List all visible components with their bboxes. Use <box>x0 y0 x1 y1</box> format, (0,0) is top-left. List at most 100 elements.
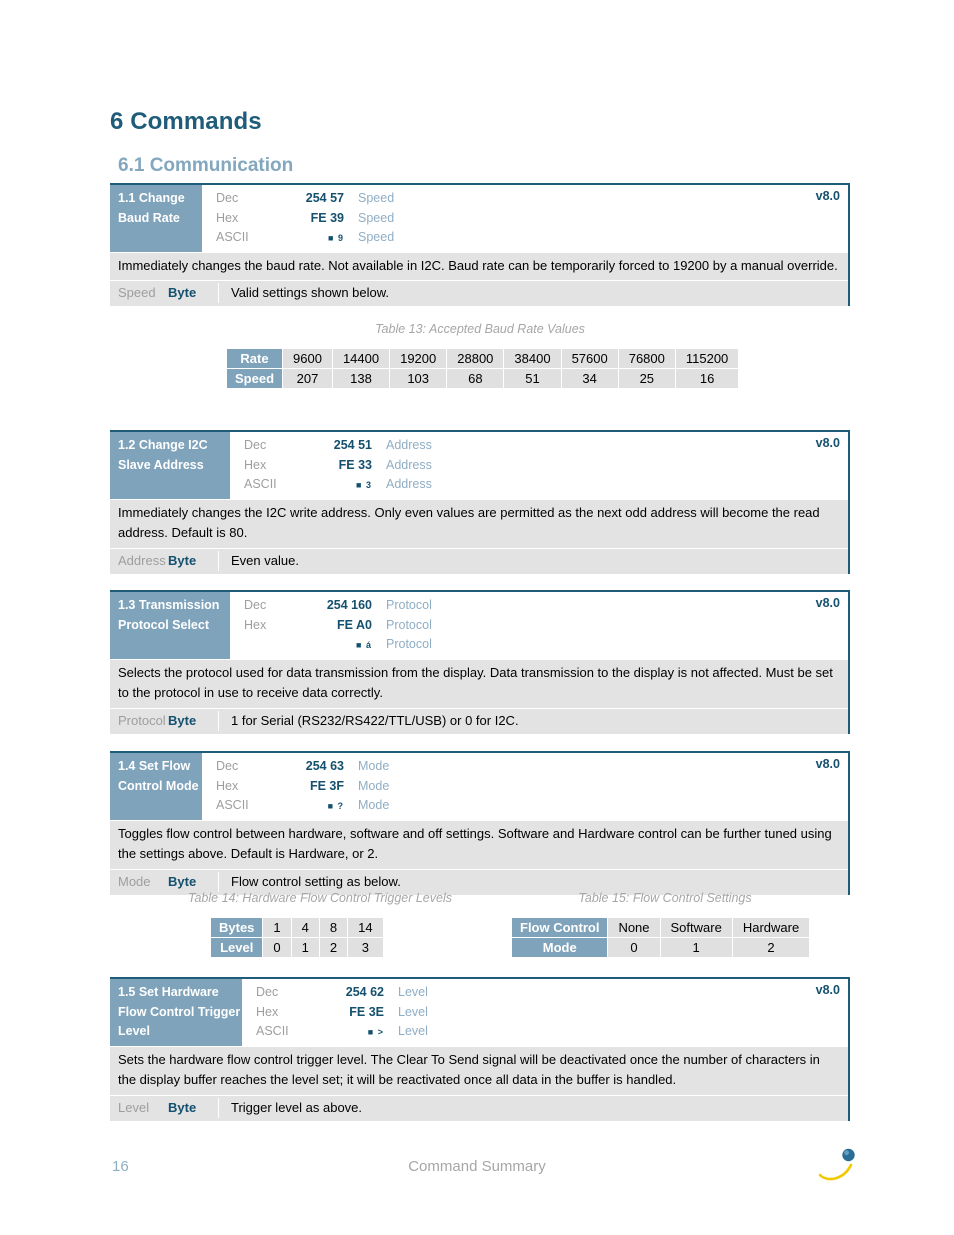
table-cell: 51 <box>504 369 561 388</box>
encoding-code: FE 33 <box>338 457 372 472</box>
encoding-code: 254 57 <box>305 191 344 205</box>
encoding-label: Hex <box>244 617 267 632</box>
table-cell: 0 <box>263 938 291 957</box>
command-name: 1.2 Change I2C Slave Address <box>110 432 230 499</box>
encoding-row: ASCII ■ ? Mode <box>202 796 848 816</box>
encoding-param: Speed <box>358 230 395 244</box>
encoding-row: Hex FE 33 Address <box>230 456 848 476</box>
table-cell: 14 <box>348 918 383 937</box>
encoding-param: Level <box>398 1004 428 1019</box>
table-cell: 2 <box>319 938 348 957</box>
command-block-1-1: 1.1 Change Baud Rate Dec 254 57 Speed He… <box>110 183 850 306</box>
parameter-type: Byte <box>168 712 197 728</box>
encoding-label: Dec <box>216 191 239 205</box>
command-name: 1.5 Set Hardware Flow Control Trigger Le… <box>110 979 242 1046</box>
command-parameters: Speed Byte Valid settings shown below. <box>110 280 848 306</box>
encoding-label: Dec <box>244 598 267 612</box>
parameter-type: Byte <box>168 873 197 889</box>
table-caption-13: Table 13: Accepted Baud Rate Values <box>375 322 585 336</box>
encoding-row: Dec 254 57 Speed <box>202 189 848 209</box>
encoding-row: Hex FE 3F Mode <box>202 777 848 797</box>
command-description: Immediately changes the baud rate. Not a… <box>110 251 848 280</box>
parameter-name: Address <box>118 552 166 568</box>
encoding-label: ASCII <box>216 230 249 244</box>
encoding-code: 254 63 <box>305 759 344 773</box>
table-cell: None <box>608 918 660 937</box>
encoding-label: Dec <box>256 985 279 999</box>
encoding-row: ■ á Protocol <box>230 635 848 655</box>
table-row: Flow Control None Software Hardware <box>512 918 810 937</box>
encoding-param: Protocol <box>386 637 432 651</box>
command-header: 1.4 Set Flow Control Mode Dec 254 63 Mod… <box>110 753 848 820</box>
encoding-label: Hex <box>216 778 239 793</box>
encoding-param: Speed <box>358 191 395 205</box>
encoding-code: ■ á <box>356 640 372 650</box>
encoding-param: Protocol <box>386 598 432 612</box>
document-page: 6 Commands 6.1 Communication 1.1 Change … <box>0 0 954 1235</box>
encoding-param: Mode <box>358 759 390 773</box>
baud-rate-table: Rate 9600 14400 19200 28800 38400 57600 … <box>226 348 740 389</box>
table-cell: 19200 <box>390 349 447 368</box>
parameter-description: Valid settings shown below. <box>218 283 848 303</box>
parameter-row: Level Byte Trigger level as above. <box>110 1094 848 1121</box>
encoding-code: FE A0 <box>337 617 372 632</box>
encoding-label: ASCII <box>256 1024 289 1038</box>
parameter-row: Speed Byte Valid settings shown below. <box>110 280 848 306</box>
table-cell: 138 <box>332 369 390 388</box>
section-heading: 6.1 Communication <box>118 155 294 176</box>
parameter-description: Flow control setting as below. <box>218 871 848 892</box>
parameter-description: 1 for Serial (RS232/RS422/TTL/USB) or 0 … <box>218 710 848 731</box>
command-header: 1.2 Change I2C Slave Address Dec 254 51 … <box>110 432 848 499</box>
row-header: Level <box>211 938 263 957</box>
parameter-type: Byte <box>168 552 197 568</box>
encoding-label: Hex <box>244 457 267 472</box>
command-name: 1.3 Transmission Protocol Select <box>110 592 230 659</box>
encoding-label: Dec <box>244 438 267 452</box>
table-cell: 8 <box>319 918 348 937</box>
table-row: Bytes 1 4 8 14 <box>211 918 383 937</box>
encoding-code: FE 3F <box>309 778 344 793</box>
table-cell: 4 <box>291 918 319 937</box>
table-cell: 68 <box>447 369 504 388</box>
command-name: 1.1 Change Baud Rate <box>110 185 202 252</box>
table-caption-15: Table 15: Flow Control Settings <box>578 891 752 905</box>
parameter-row: Protocol Byte 1 for Serial (RS232/RS422/… <box>110 707 848 734</box>
encoding-label: Hex <box>216 210 239 225</box>
encoding-param: Speed <box>358 210 395 225</box>
command-description: Sets the hardware flow control trigger l… <box>110 1045 848 1095</box>
table-cell: 1 <box>263 918 291 937</box>
encoding-code: FE 39 <box>310 210 344 225</box>
table-cell: 103 <box>390 369 447 388</box>
encoding-code: ■ > <box>367 1027 384 1037</box>
table-cell: 34 <box>561 369 618 388</box>
command-header: 1.1 Change Baud Rate Dec 254 57 Speed He… <box>110 185 848 252</box>
command-block-1-5: 1.5 Set Hardware Flow Control Trigger Le… <box>110 977 850 1121</box>
encoding-param: Protocol <box>386 617 432 632</box>
table-caption-14: Table 14: Hardware Flow Control Trigger … <box>187 891 452 905</box>
encoding-code: FE 3E <box>349 1004 384 1019</box>
parameter-type: Byte <box>168 285 197 300</box>
row-header: Rate <box>227 349 283 368</box>
table-row: Speed 207 138 103 68 51 34 25 16 <box>227 369 739 388</box>
encoding-param: Level <box>398 985 428 999</box>
command-description: Immediately changes the I2C write addres… <box>110 498 848 548</box>
encoding-label: Dec <box>216 759 239 773</box>
table-cell: 1 <box>660 938 732 957</box>
encoding-row: Hex FE 3E Level <box>242 1003 848 1023</box>
command-parameters: Address Byte Even value. <box>110 547 848 574</box>
parameter-name: Level <box>118 1099 150 1115</box>
table-cell: 28800 <box>447 349 504 368</box>
version-badge: v8.0 <box>815 983 840 997</box>
parameter-description: Even value. <box>218 550 848 571</box>
parameter-name: Speed <box>118 285 156 300</box>
version-badge: v8.0 <box>815 757 840 771</box>
command-block-1-3: 1.3 Transmission Protocol Select Dec 254… <box>110 590 850 734</box>
command-encoding-rows: Dec 254 63 Mode Hex FE 3F Mode ASCII ■ ?… <box>202 753 848 820</box>
table-row: Level 0 1 2 3 <box>211 938 383 957</box>
command-encoding-rows: Dec 254 51 Address Hex FE 33 Address ASC… <box>230 432 848 499</box>
table-cell: 1 <box>291 938 319 957</box>
command-header: 1.3 Transmission Protocol Select Dec 254… <box>110 592 848 659</box>
command-description: Selects the protocol used for data trans… <box>110 658 848 708</box>
parameter-row: Address Byte Even value. <box>110 547 848 574</box>
table-cell: 115200 <box>675 349 739 368</box>
